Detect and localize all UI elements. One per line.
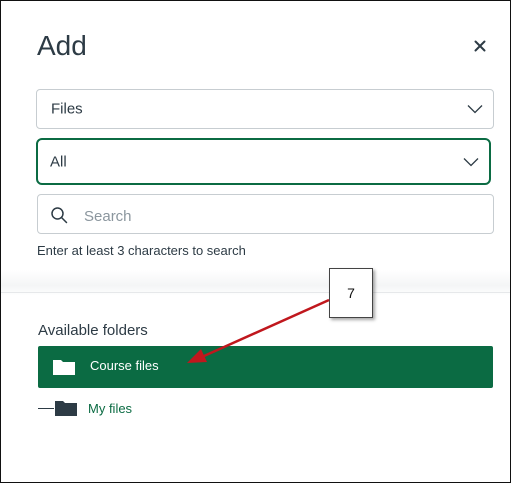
folder-icon (53, 360, 75, 375)
tree-connector (38, 408, 54, 409)
folder-item-label: My files (88, 401, 133, 416)
content-type-select[interactable]: Files (36, 89, 494, 129)
chevron-down-icon (467, 105, 483, 114)
chevron-down-icon (463, 157, 479, 166)
search-field[interactable] (37, 194, 494, 234)
search-input[interactable] (82, 203, 476, 229)
close-icon (474, 40, 486, 52)
filter-value: All (50, 153, 67, 170)
folder-item-label: Course files (90, 358, 159, 373)
folder-icon (55, 401, 77, 416)
available-folders-label: Available folders (38, 322, 148, 339)
folder-item-course-files[interactable]: Course files (38, 346, 493, 388)
section-divider (1, 270, 510, 296)
close-button[interactable] (472, 38, 488, 54)
dialog-title: Add (37, 30, 87, 61)
search-icon (51, 207, 68, 224)
content-type-value: Files (51, 100, 83, 118)
filter-select[interactable]: All (36, 138, 491, 185)
step-callout: 7 (329, 268, 373, 318)
search-hint: Enter at least 3 characters to search (37, 243, 246, 258)
